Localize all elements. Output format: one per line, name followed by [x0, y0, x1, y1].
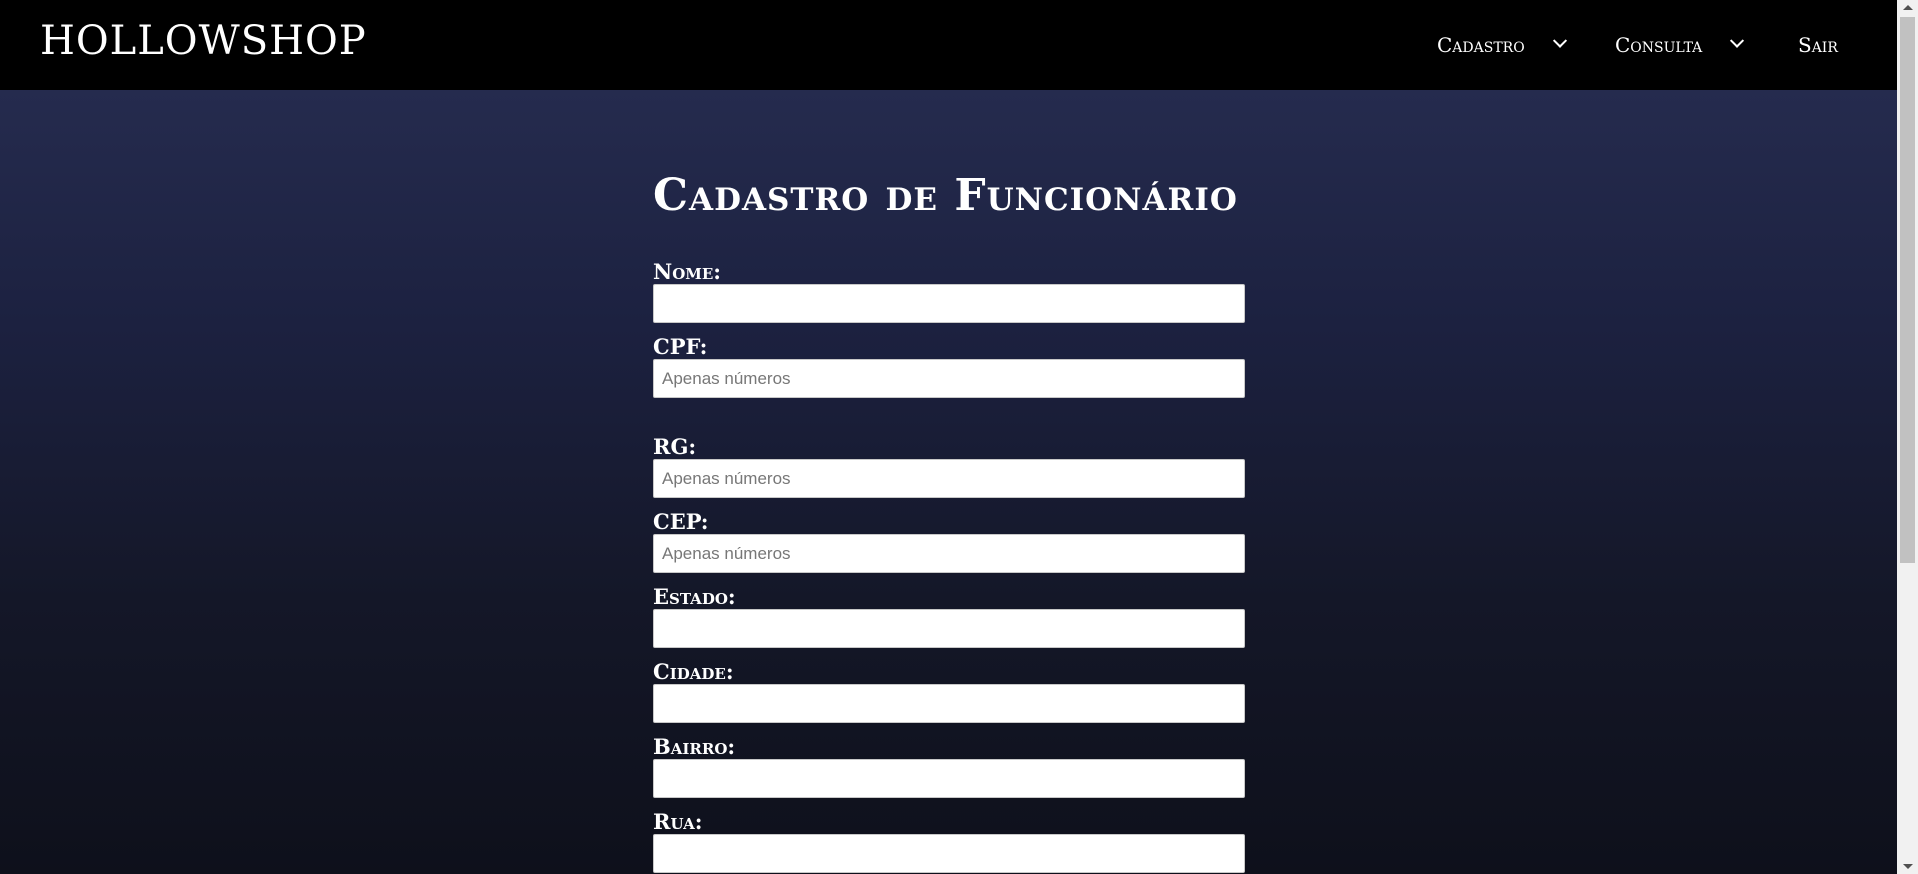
estado-input[interactable]: [653, 609, 1245, 648]
nav-menu: Cadastro Consulta Sair: [1337, 0, 1897, 90]
nav-item-sair[interactable]: Sair: [1798, 33, 1838, 57]
bairro-label: Bairro:: [653, 734, 736, 759]
nome-input[interactable]: [653, 284, 1245, 323]
chevron-down-icon: [1552, 33, 1567, 48]
cidade-label: Cidade:: [653, 659, 734, 684]
cep-label: CEP:: [653, 509, 709, 534]
estado-label: Estado:: [653, 584, 736, 609]
field-nome: Nome:: [653, 260, 1245, 323]
nav-item-cadastro[interactable]: Cadastro: [1437, 33, 1567, 57]
rg-input[interactable]: [653, 459, 1245, 498]
field-cidade: Cidade:: [653, 660, 1245, 723]
field-rua: Rua:: [653, 810, 1245, 873]
rua-label: Rua:: [653, 809, 703, 834]
scroll-up-arrow-icon[interactable]: [1903, 5, 1913, 10]
field-rg: RG:: [653, 435, 1245, 498]
cpf-label: CPF:: [653, 334, 708, 359]
nome-label: Nome:: [653, 259, 722, 284]
nav-item-consulta[interactable]: Consulta: [1615, 33, 1745, 57]
cep-input[interactable]: [653, 534, 1245, 573]
chevron-down-icon: [1730, 33, 1745, 48]
field-bairro: Bairro:: [653, 735, 1245, 798]
rua-input[interactable]: [653, 834, 1245, 873]
page-title: Cadastro de Funcionário: [653, 170, 1238, 221]
field-cpf: CPF:: [653, 335, 1245, 398]
scroll-down-arrow-icon[interactable]: [1903, 864, 1913, 869]
cidade-input[interactable]: [653, 684, 1245, 723]
nav-item-label: Cadastro: [1437, 33, 1525, 57]
nav-item-label: Consulta: [1615, 33, 1703, 57]
cpf-input[interactable]: [653, 359, 1245, 398]
main-content: Cadastro de Funcionário Nome: CPF: RG: C…: [0, 90, 1897, 874]
bairro-input[interactable]: [653, 759, 1245, 798]
brand-logo[interactable]: HOLLOWSHOP: [40, 18, 367, 64]
field-estado: Estado:: [653, 585, 1245, 648]
scroll-thumb[interactable]: [1900, 17, 1915, 563]
page-scrollbar[interactable]: [1897, 0, 1918, 874]
field-cep: CEP:: [653, 510, 1245, 573]
nav-item-label: Sair: [1798, 33, 1838, 57]
rg-label: RG:: [653, 434, 697, 459]
top-navbar: HOLLOWSHOP Cadastro Consulta Sair: [0, 0, 1897, 90]
